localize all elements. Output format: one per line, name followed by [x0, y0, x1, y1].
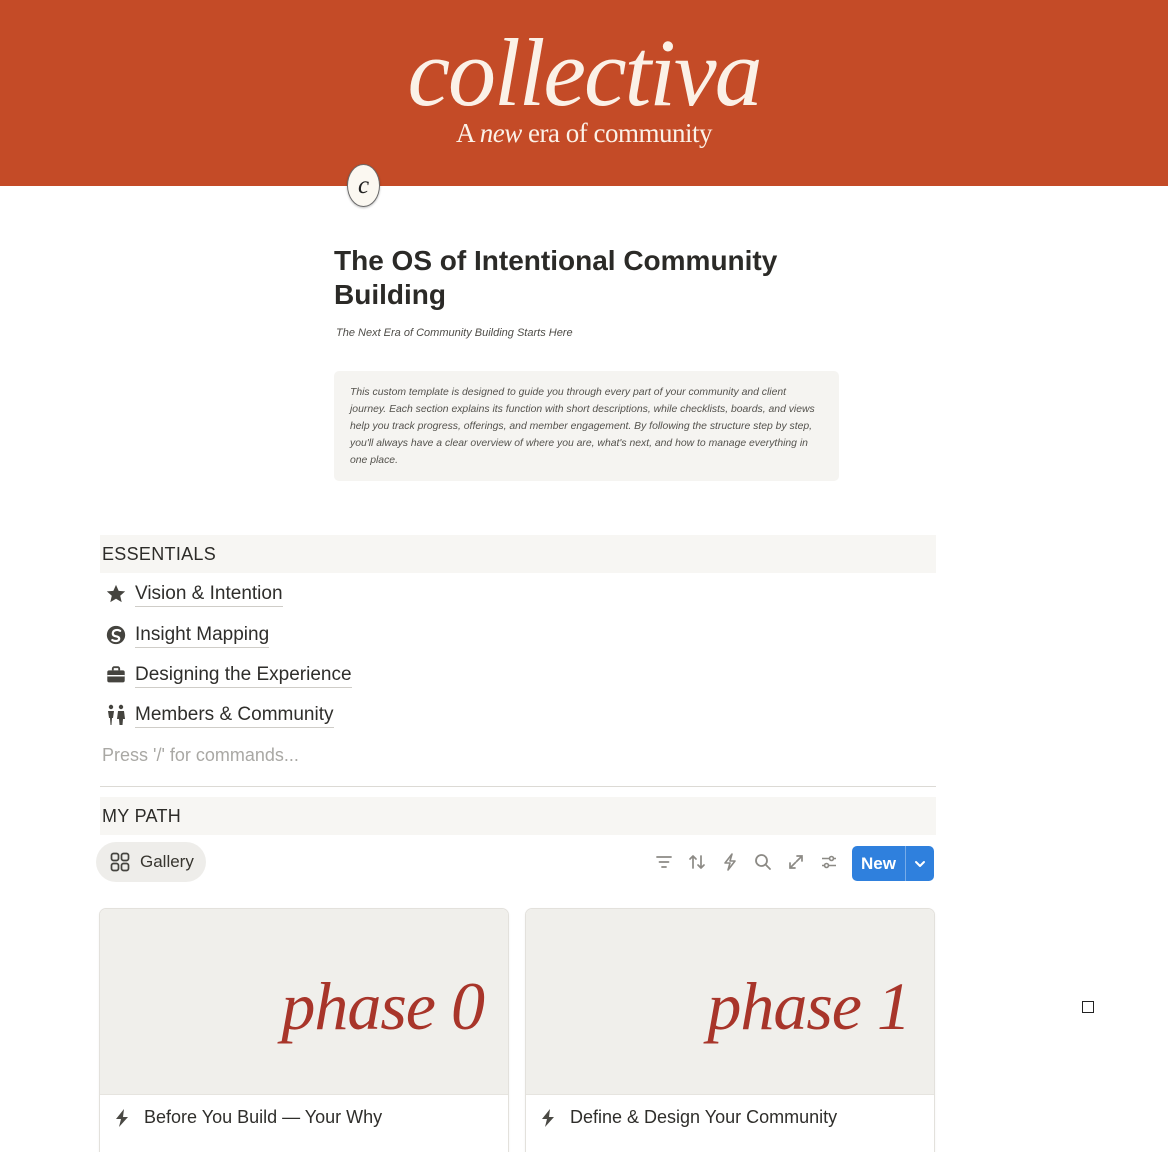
- search-icon[interactable]: [752, 851, 774, 873]
- gallery-icon: [110, 851, 132, 873]
- gallery-view-label: Gallery: [140, 852, 194, 871]
- card-cover-text: phase 1: [707, 968, 911, 1044]
- command-placeholder[interactable]: Press '/' for commands...: [102, 745, 299, 766]
- link-designing-experience[interactable]: Designing the Experience: [103, 660, 352, 690]
- divider: [100, 786, 936, 787]
- card-title: Before You Build — Your Why: [114, 1107, 382, 1128]
- brand-logo-text: collectiva: [407, 19, 762, 126]
- page-subtitle: The Next Era of Community Building Start…: [336, 327, 573, 339]
- link-vision-intention[interactable]: Vision & Intention: [103, 579, 283, 609]
- link-insight-mapping[interactable]: Insight Mapping: [103, 620, 270, 650]
- lightning-icon: [540, 1108, 562, 1128]
- gallery-card[interactable]: phase 0 Before You Build — Your Why: [99, 908, 509, 1152]
- link-label: Designing the Experience: [135, 663, 352, 688]
- settings-icon[interactable]: [818, 851, 840, 873]
- chevron-down-icon[interactable]: [906, 846, 934, 881]
- new-button[interactable]: New: [852, 846, 934, 881]
- expand-icon[interactable]: [785, 851, 807, 873]
- new-button-label: New: [852, 846, 906, 881]
- link-label: Vision & Intention: [135, 582, 283, 607]
- essentials-heading: ESSENTIALS: [100, 535, 936, 573]
- people-icon: [103, 702, 129, 728]
- link-members-community[interactable]: Members & Community: [103, 700, 334, 730]
- card-cover: phase 1: [526, 909, 934, 1095]
- sort-icon[interactable]: [686, 851, 708, 873]
- card-title: Define & Design Your Community: [540, 1107, 837, 1128]
- filter-icon[interactable]: [653, 851, 675, 873]
- lightning-icon: [114, 1108, 136, 1128]
- page-icon[interactable]: c: [347, 164, 380, 207]
- page-title[interactable]: The OS of Intentional Community Building: [334, 244, 854, 312]
- checkbox-marker[interactable]: [1082, 1001, 1094, 1013]
- gallery-card[interactable]: phase 1 Define & Design Your Community: [525, 908, 935, 1152]
- gallery-view-tab[interactable]: Gallery: [96, 842, 206, 882]
- swirl-icon: [103, 622, 129, 648]
- briefcase-icon: [103, 662, 129, 688]
- automation-icon[interactable]: [719, 851, 741, 873]
- intro-callout: This custom template is designed to guid…: [334, 371, 839, 481]
- tagline-em: new: [479, 118, 523, 148]
- page-cover: collectiva A new era of community: [0, 0, 1168, 186]
- brand-tagline: A new era of community: [0, 116, 1168, 150]
- card-title-text: Define & Design Your Community: [570, 1107, 838, 1127]
- link-label: Insight Mapping: [135, 623, 270, 648]
- star-icon: [103, 581, 129, 607]
- link-label: Members & Community: [135, 703, 334, 728]
- tagline-pre: A: [456, 118, 480, 148]
- card-cover-text: phase 0: [281, 968, 485, 1044]
- card-cover: phase 0: [100, 909, 508, 1095]
- card-title-text: Before You Build — Your Why: [144, 1107, 383, 1127]
- my-path-heading: MY PATH: [100, 797, 936, 835]
- tagline-post: era of community: [521, 118, 712, 148]
